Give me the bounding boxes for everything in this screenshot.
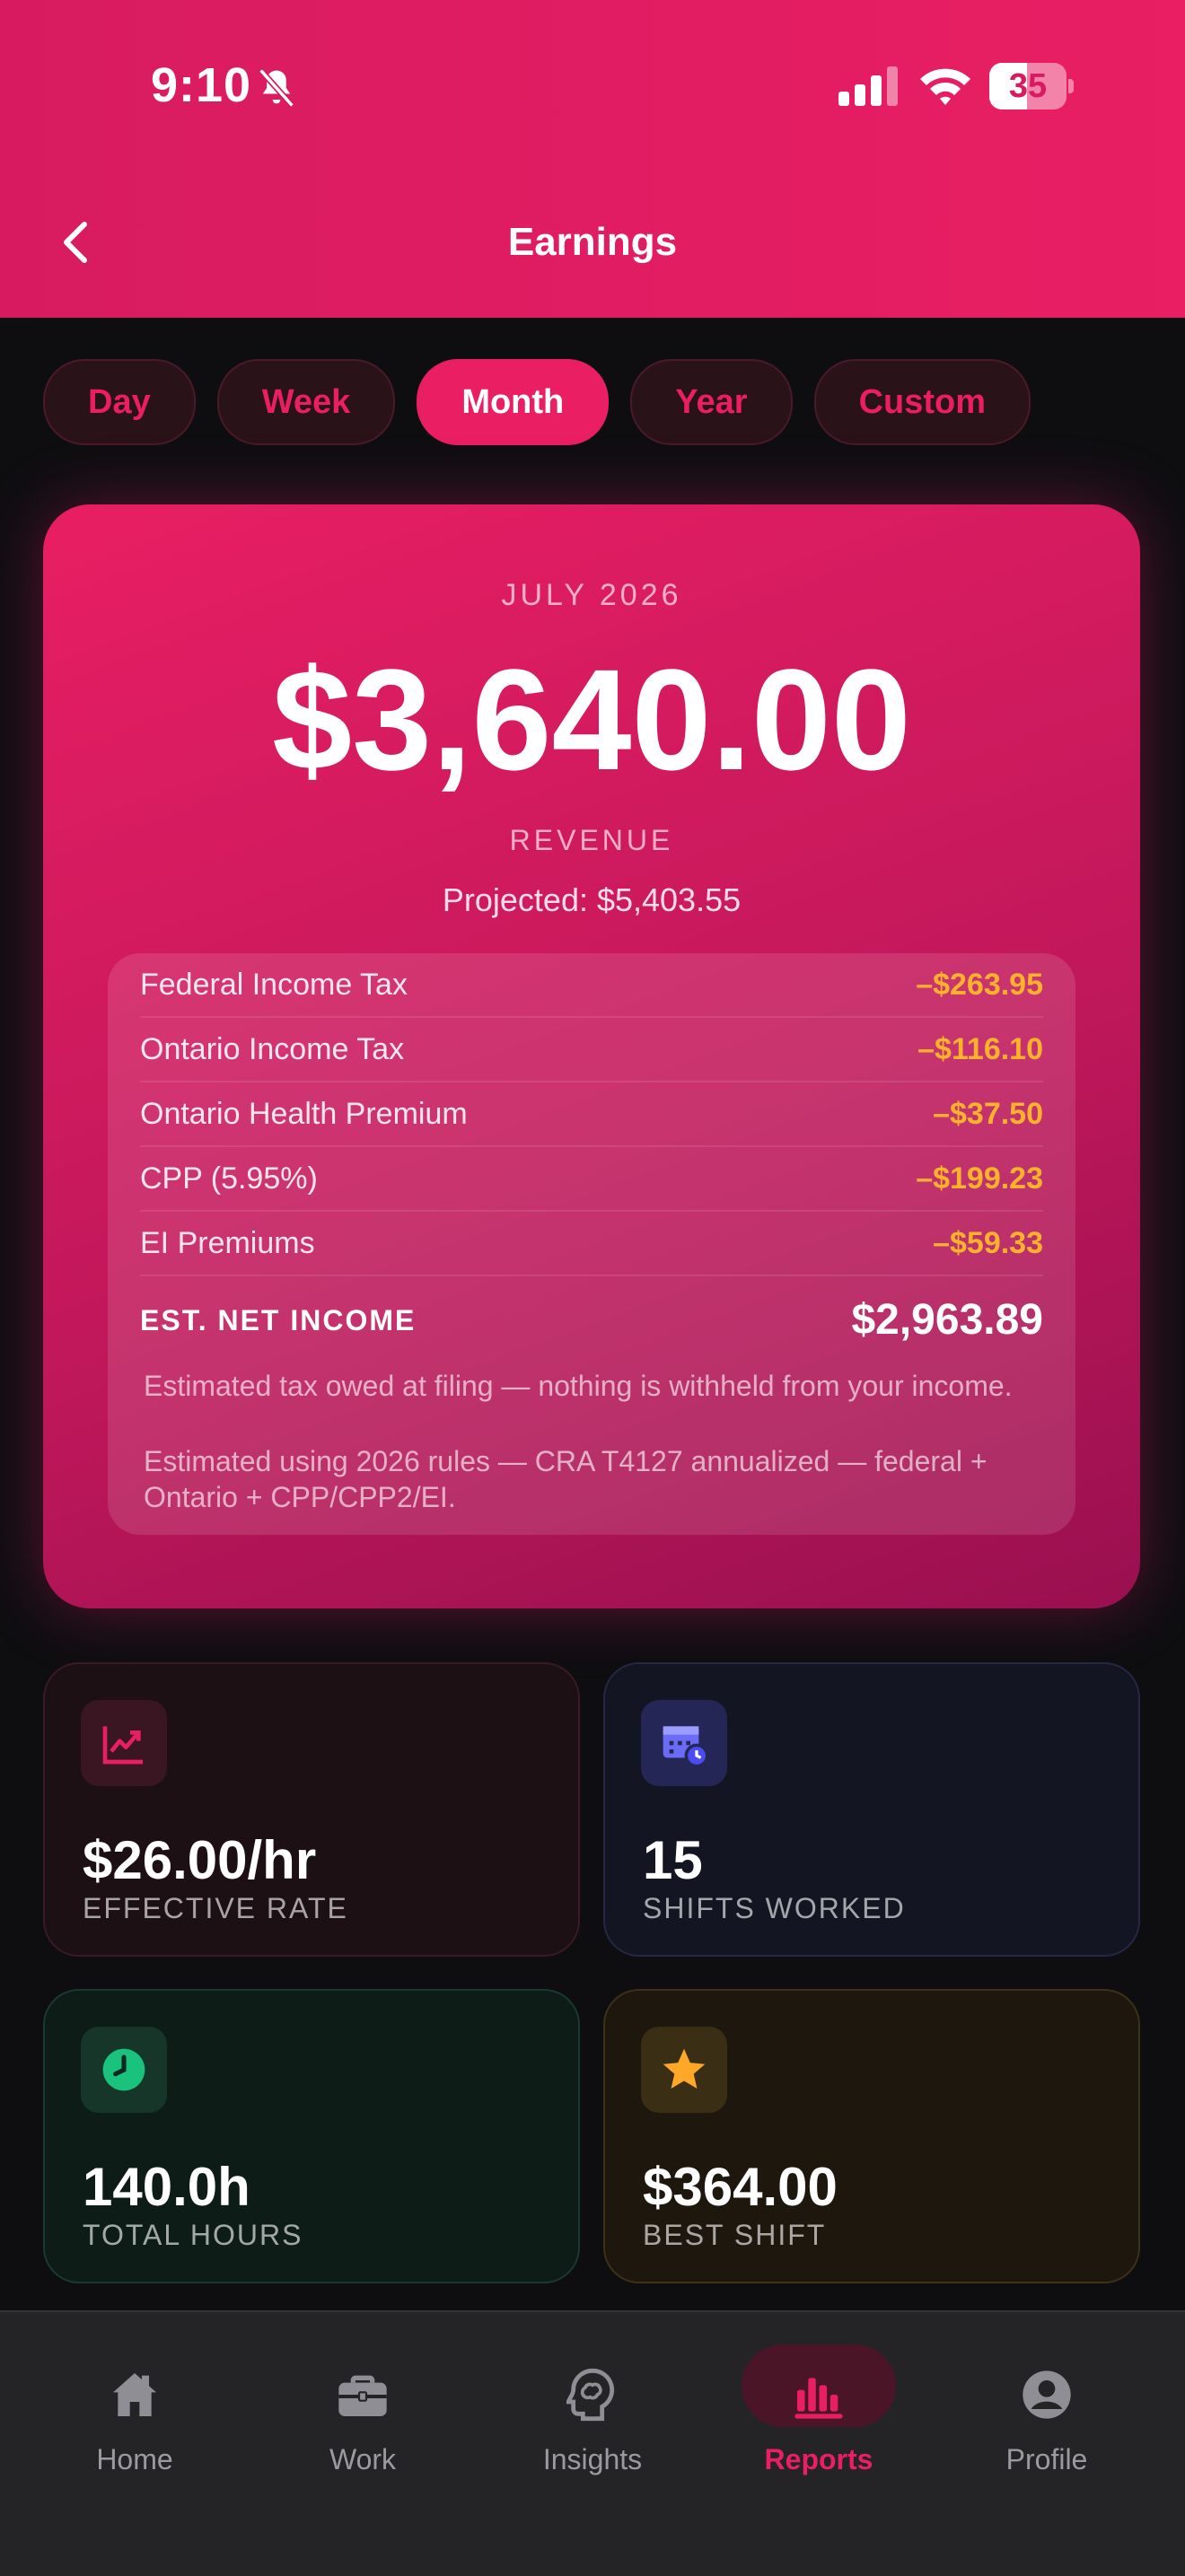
stat-label: BEST SHIFT [643, 2219, 827, 2251]
deduction-value: –$59.33 [933, 1226, 1043, 1260]
revenue-label: REVENUE [509, 824, 674, 856]
deduction-value: –$116.10 [917, 1032, 1043, 1066]
revenue-amount: $3,640.00 [272, 639, 911, 800]
deduction-value: –$37.50 [933, 1097, 1043, 1131]
nav-label: Insights [542, 2443, 643, 2475]
projected-amount: Projected: $5,403.55 [442, 881, 742, 918]
stat-icon-box [641, 1700, 727, 1786]
nav-insights[interactable]: Insights [503, 2344, 682, 2497]
tab-day[interactable]: Day [43, 359, 196, 445]
trending-up-icon [102, 1726, 143, 1765]
stat-value: $26.00/hr [83, 1830, 317, 1890]
status-time: 9:10 [151, 58, 252, 112]
stat-icon-box [81, 2027, 167, 2113]
deduction-row: Ontario Income Tax –$116.10 [140, 1018, 1043, 1082]
stat-label: EFFECTIVE RATE [83, 1892, 348, 1924]
deduction-row: EI Premiums –$59.33 [140, 1212, 1043, 1276]
stat-label: TOTAL HOURS [83, 2219, 303, 2251]
page-title: Earnings [507, 220, 678, 264]
tab-custom[interactable]: Custom [813, 359, 1031, 445]
home-icon [113, 2373, 156, 2416]
net-income-label: EST. NET INCOME [140, 1304, 417, 1336]
bell-slash-icon [259, 68, 294, 108]
nav-label: Profile [1005, 2443, 1088, 2475]
stat-label: SHIFTS WORKED [643, 1892, 906, 1924]
tax-rules-note: Estimated using 2026 rules — CRA T4127 a… [144, 1445, 988, 1513]
deduction-label: EI Premiums [140, 1226, 315, 1260]
stat-value: 140.0h [83, 2157, 250, 2217]
tab-year[interactable]: Year [630, 359, 793, 445]
stat-value: $364.00 [643, 2157, 838, 2217]
nav-reports[interactable]: Reports [729, 2344, 908, 2497]
period-label: JULY 2026 [501, 578, 682, 612]
nav-profile[interactable]: Profile [957, 2344, 1137, 2497]
star-icon [663, 2048, 706, 2089]
header-bar: 9:10 35 Earnings [0, 0, 1185, 318]
tax-breakdown: Federal Income Tax –$263.95 Ontario Inco… [108, 953, 1075, 1535]
nav-label: Reports [764, 2443, 873, 2475]
bottom-nav: Home Work Insights Reports Profile [0, 2310, 1185, 2576]
deduction-row: Ontario Health Premium –$37.50 [140, 1082, 1043, 1147]
clock-icon [102, 2048, 145, 2091]
deduction-value: –$199.23 [916, 1161, 1043, 1196]
signal-icon [838, 66, 898, 106]
deduction-label: Ontario Health Premium [140, 1097, 468, 1131]
stat-value: 15 [643, 1830, 703, 1890]
brain-icon [566, 2368, 615, 2422]
person-icon [1023, 2370, 1071, 2419]
stat-icon-box [641, 2027, 727, 2113]
period-tabs: Day Week Month Year Custom [43, 359, 1031, 445]
stat-card-best-shift: $364.00 BEST SHIFT [603, 1989, 1140, 2283]
stat-card-total-hours: 140.0h TOTAL HOURS [43, 1989, 580, 2283]
deduction-value: –$263.95 [916, 968, 1043, 1002]
wifi-icon [920, 68, 970, 105]
deduction-label: Ontario Income Tax [140, 1032, 405, 1066]
calendar-clock-icon [663, 1726, 709, 1768]
briefcase-icon [338, 2375, 387, 2416]
net-income-row: EST. NET INCOME $2,963.89 [140, 1289, 1043, 1352]
battery-icon: 35 [989, 63, 1074, 110]
deduction-label: CPP (5.95%) [140, 1161, 318, 1196]
stat-icon-box [81, 1700, 167, 1786]
battery-level: 35 [1008, 67, 1048, 105]
deduction-row: Federal Income Tax –$263.95 [140, 953, 1043, 1018]
status-bar: 9:10 35 [0, 0, 1185, 180]
net-income-value: $2,963.89 [851, 1296, 1043, 1344]
stat-card-effective-rate: $26.00/hr EFFECTIVE RATE [43, 1662, 580, 1957]
deduction-row: CPP (5.95%) –$199.23 [140, 1147, 1043, 1212]
nav-label: Work [329, 2443, 397, 2475]
tab-month[interactable]: Month [417, 359, 610, 445]
tax-note: Estimated tax owed at filing — nothing i… [144, 1370, 1013, 1402]
nav-home[interactable]: Home [45, 2344, 224, 2497]
stat-card-shifts-worked: 15 SHIFTS WORKED [603, 1662, 1140, 1957]
deduction-label: Federal Income Tax [140, 968, 408, 1002]
earnings-summary-card: JULY 2026 $3,640.00 REVENUE Projected: $… [43, 504, 1140, 1608]
bar-chart-icon [794, 2378, 843, 2419]
tab-week[interactable]: Week [216, 359, 396, 445]
nav-work[interactable]: Work [273, 2344, 452, 2497]
nav-label: Home [96, 2443, 173, 2475]
